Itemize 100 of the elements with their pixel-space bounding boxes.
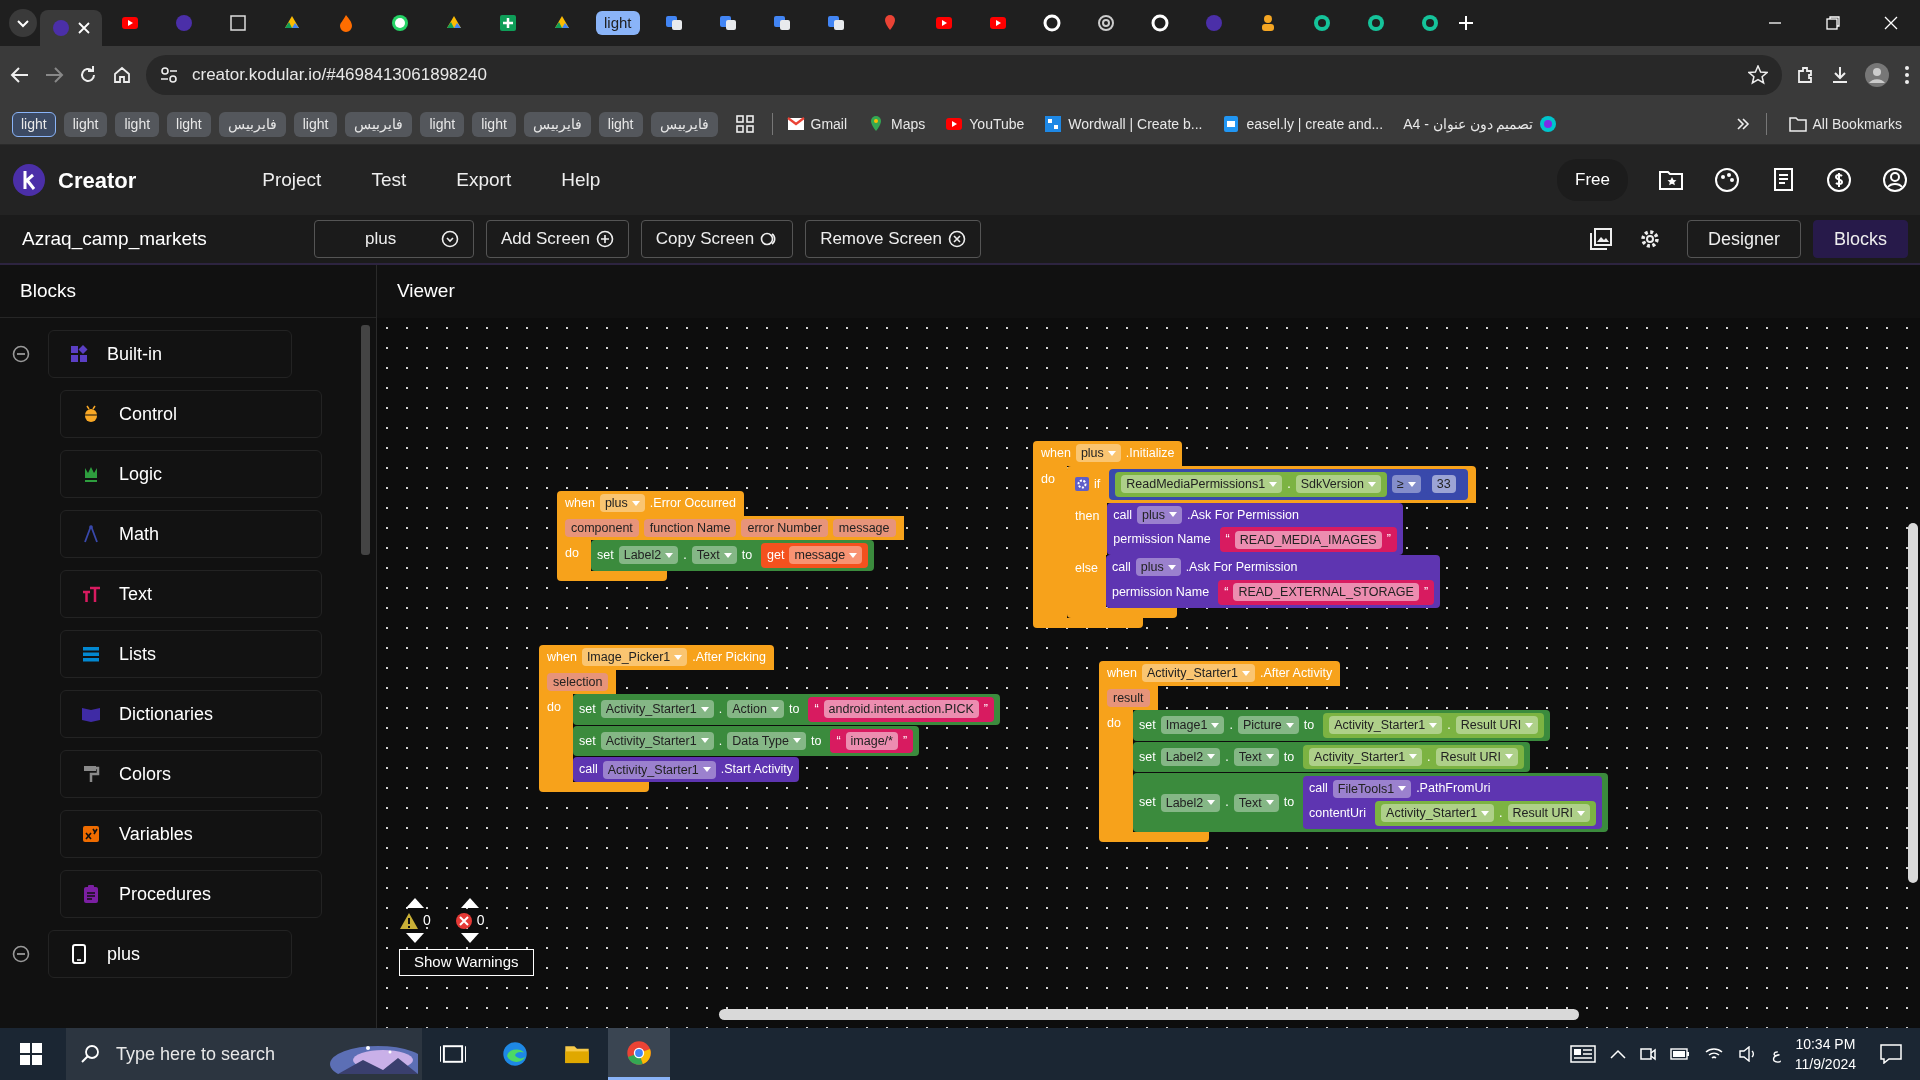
- dropdown[interactable]: Activity_Starter1: [1329, 716, 1443, 735]
- meet-icon[interactable]: [1639, 1045, 1656, 1063]
- tree-item[interactable]: Dictionaries: [60, 690, 322, 738]
- dropdown[interactable]: Image_Picker1: [581, 648, 688, 667]
- dropdown[interactable]: Activity_Starter1: [1381, 804, 1495, 823]
- parameter-name[interactable]: result: [1107, 688, 1150, 707]
- dropdown[interactable]: Result URI: [1435, 747, 1519, 766]
- getter-block[interactable]: Activity_Starter1 . Result URI: [1375, 801, 1596, 826]
- bookmark-link[interactable]: Wordwall | Create b...: [1038, 113, 1209, 135]
- dropdown[interactable]: ReadMediaPermissions1: [1121, 475, 1283, 494]
- gallery-button[interactable]: [1588, 227, 1613, 251]
- screen-action-button[interactable]: Remove Screen: [805, 220, 981, 258]
- browser-tab[interactable]: light: [590, 5, 646, 41]
- parameter-name[interactable]: function Name: [643, 518, 737, 537]
- value-field[interactable]: android.intent.action.PICK: [823, 700, 979, 719]
- bookmark-link[interactable]: تصميم دون عنوان - A4: [1397, 113, 1564, 135]
- screen-action-button[interactable]: Copy Screen: [640, 220, 794, 258]
- setter-block[interactable]: set Label2 . Text to Activity_Starter1 . Result URI: [1133, 741, 1531, 773]
- dropdown[interactable]: Activity_Starter1: [600, 700, 714, 719]
- dropdown[interactable]: Activity_Starter1: [600, 731, 714, 750]
- method-block[interactable]: call plus .Ask For Permission permission Name “ READ_MEDIA_IMAGES ”: [1107, 502, 1403, 555]
- close-icon[interactable]: [78, 22, 90, 34]
- dropdown[interactable]: Image1: [1160, 716, 1225, 735]
- tree-item[interactable]: Lists: [60, 630, 322, 678]
- event-block[interactable]: when Image_Picker1 .After Picking selection do set Activity_Starter1 . Action to “ android.intent.action.PICK ” set Activity_Starter1 . Data Type to “ image/* ” call Activity_Starter1 .Start Activity: [539, 645, 1000, 792]
- screen-action-button[interactable]: Add Screen: [486, 220, 629, 258]
- text-block[interactable]: “ READ_MEDIA_IMAGES ”: [1219, 527, 1397, 552]
- tree-item[interactable]: Procedures: [60, 870, 322, 918]
- battery-icon[interactable]: [1669, 1048, 1690, 1060]
- bookmark-folder[interactable]: light: [472, 111, 516, 137]
- dropdown[interactable]: Result URI: [1455, 716, 1539, 735]
- scrollbar-thumb[interactable]: [361, 325, 370, 555]
- down-arrow-icon[interactable]: [460, 933, 479, 943]
- dropdown[interactable]: Data Type: [727, 731, 806, 750]
- scrollbar-thumb[interactable]: [1908, 523, 1918, 883]
- tab-search-icon[interactable]: [8, 8, 38, 38]
- text-block[interactable]: “ READ_EXTERNAL_STORAGE ”: [1218, 579, 1435, 605]
- dropdown[interactable]: plus: [1075, 444, 1121, 463]
- getter-block[interactable]: ReadMediaPermissions1 . SdkVersion: [1115, 471, 1387, 497]
- dropdown[interactable]: Action: [727, 700, 784, 719]
- parameter-name[interactable]: selection: [547, 672, 609, 691]
- menu-item[interactable]: Test: [365, 164, 413, 196]
- getter-block[interactable]: Activity_Starter1 . Result URI: [1323, 712, 1545, 738]
- dropdown[interactable]: Label2: [618, 546, 679, 565]
- text-block[interactable]: “ android.intent.action.PICK ”: [808, 696, 994, 722]
- bookmark-link[interactable]: Maps: [861, 113, 932, 135]
- bookmark-folder[interactable]: light: [420, 111, 465, 137]
- tree-item[interactable]: Built-in: [48, 330, 292, 378]
- header-button[interactable]: [1714, 167, 1740, 193]
- event-block[interactable]: [1033, 441, 1476, 628]
- dropdown[interactable]: plus: [1135, 558, 1181, 577]
- mode-tab[interactable]: Designer: [1686, 220, 1801, 258]
- setter-block[interactable]: set Label2 . Text to call FileTools1 .PathFromUri contentUri Activity_Starter1 . Result URI: [1133, 773, 1608, 832]
- event-block[interactable]: when plus .Error Occurred component function Name error Number message do set Label2 . Text to get message: [557, 491, 904, 581]
- tree-item[interactable]: Variables: [60, 810, 322, 858]
- show-warnings-button[interactable]: Show Warnings: [399, 949, 534, 976]
- dropdown[interactable]: Text: [691, 546, 737, 565]
- menu-item[interactable]: Help: [555, 164, 607, 196]
- value-field[interactable]: READ_EXTERNAL_STORAGE: [1233, 583, 1419, 602]
- value-field[interactable]: READ_MEDIA_IMAGES: [1234, 530, 1382, 549]
- value-field[interactable]: 33: [1431, 475, 1456, 494]
- start-icon[interactable]: [20, 1043, 42, 1065]
- setter-block[interactable]: set Activity_Starter1 . Action to “ android.intent.action.PICK ”: [573, 693, 1000, 725]
- bookmark-link[interactable]: All Bookmarks: [1782, 113, 1908, 135]
- wifi-icon[interactable]: [1703, 1046, 1724, 1062]
- reload-icon[interactable]: [78, 65, 98, 85]
- dropdown[interactable]: plus: [599, 494, 645, 513]
- mode-tab[interactable]: Blocks: [1813, 220, 1908, 258]
- dropdown[interactable]: Picture: [1237, 716, 1299, 735]
- bookmark-folder[interactable]: light: [12, 111, 56, 137]
- dropdown[interactable]: Activity_Starter1: [1309, 747, 1423, 766]
- plan-button[interactable]: Free: [1557, 159, 1628, 201]
- text-block[interactable]: “ image/* ”: [830, 728, 914, 754]
- if-block[interactable]: if ReadMediaPermissions1 . SdkVersion ≥ 33 then call plus .Ask For Permission permission Name “ READ_MEDIA_IMAGES ” else call plus .Ask For Permission permission Name “ READ_EXTERNAL_STORAGE ”: [1067, 465, 1476, 618]
- up-arrow-icon[interactable]: [405, 898, 424, 908]
- language-indicator[interactable]: ع: [1771, 1042, 1781, 1066]
- down-arrow-icon[interactable]: [405, 933, 424, 943]
- dropdown[interactable]: Text: [1233, 793, 1279, 812]
- tree-item[interactable]: Text: [60, 570, 322, 618]
- tree-item[interactable]: plus: [48, 930, 292, 978]
- compare-block[interactable]: ReadMediaPermissions1 . SdkVersion ≥ 33: [1109, 468, 1468, 500]
- bookmark-folder[interactable]: light: [167, 111, 211, 137]
- bookmark-folder[interactable]: light: [115, 111, 160, 137]
- browser-icon[interactable]: [502, 1041, 528, 1067]
- bookmark-folder[interactable]: فايربيس: [345, 111, 413, 137]
- tree-item[interactable]: Math: [60, 510, 322, 558]
- bookmark-link[interactable]: easel.ly | create and...: [1216, 113, 1390, 135]
- header-button[interactable]: [1826, 167, 1852, 193]
- star-icon[interactable]: [1748, 65, 1768, 85]
- getter-block[interactable]: Activity_Starter1 . Result URI: [1303, 744, 1525, 770]
- value-field[interactable]: image/*: [845, 731, 898, 750]
- dropdown[interactable]: plus: [1137, 505, 1183, 524]
- chrome-icon[interactable]: [626, 1039, 652, 1066]
- scrollbar-thumb[interactable]: [719, 1009, 1579, 1020]
- search-field[interactable]: Type here to search: [66, 1028, 422, 1080]
- menu-item[interactable]: Project: [256, 164, 328, 196]
- tree-item[interactable]: Control: [60, 390, 322, 438]
- search-input[interactable]: Type here to search: [114, 1039, 314, 1069]
- news-icon[interactable]: [1569, 1044, 1596, 1064]
- collapse-icon[interactable]: [12, 345, 30, 363]
